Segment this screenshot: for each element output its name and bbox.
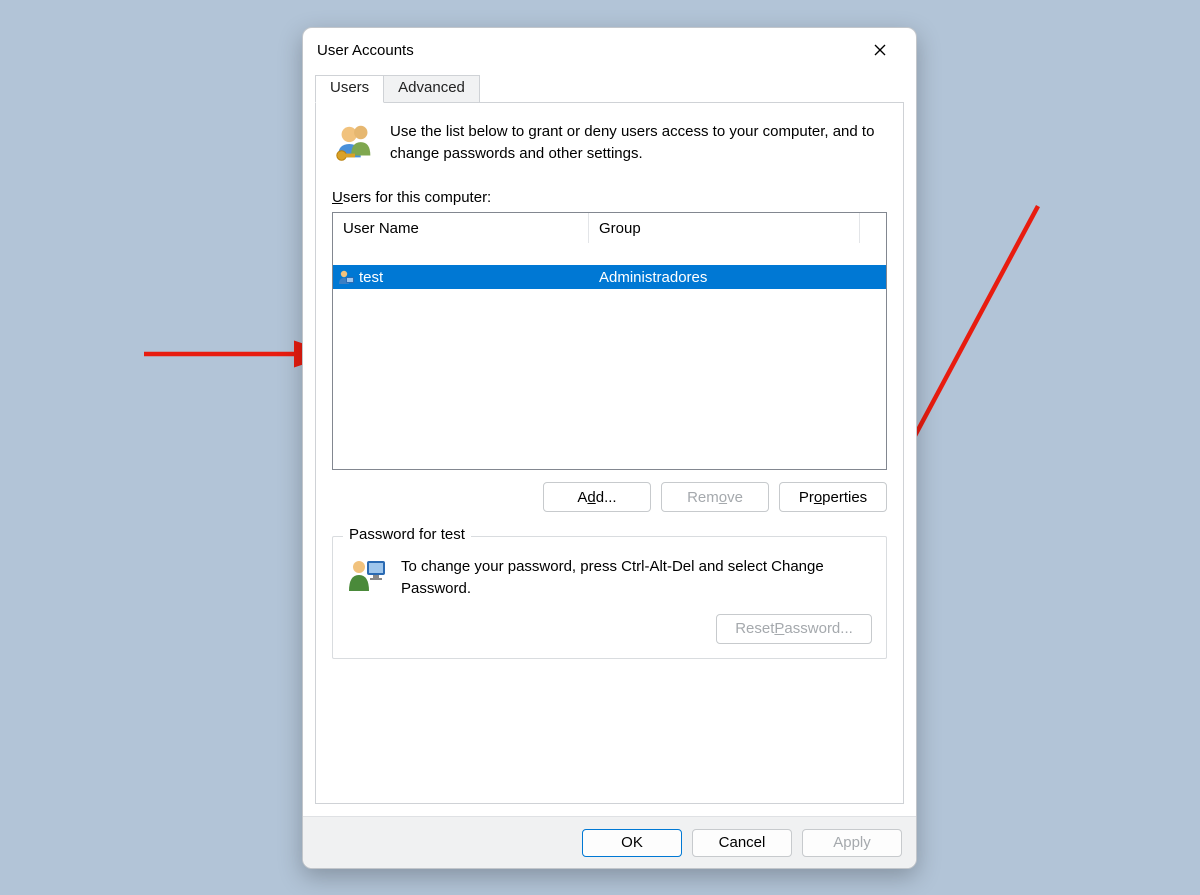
reset-password-button[interactable]: Reset Password... — [716, 614, 872, 644]
column-group[interactable]: Group — [589, 213, 860, 243]
password-text: To change your password, press Ctrl-Alt-… — [401, 553, 872, 600]
tab-users[interactable]: Users — [315, 75, 384, 103]
users-list: User Name Group test Administr — [332, 212, 887, 470]
user-accounts-dialog: User Accounts Users Advanced Use the lis… — [302, 27, 917, 869]
tabbar: Users Advanced — [315, 74, 916, 102]
users-button-row: Add... Remove Properties — [332, 482, 887, 512]
users-list-body[interactable]: test Administradores — [333, 243, 886, 470]
users-keys-icon — [332, 121, 378, 167]
users-list-label: Users for this computer: — [332, 189, 887, 206]
close-icon — [874, 44, 886, 56]
password-group-legend: Password for test — [343, 526, 471, 543]
cancel-button[interactable]: Cancel — [692, 829, 792, 857]
apply-button[interactable]: Apply — [802, 829, 902, 857]
add-button[interactable]: Add... — [543, 482, 651, 512]
users-list-header: User Name Group — [333, 213, 886, 243]
properties-button[interactable]: Properties — [779, 482, 887, 512]
user-row-test[interactable]: test Administradores — [333, 265, 886, 289]
close-button[interactable] — [858, 34, 902, 66]
dialog-button-row: OK Cancel Apply — [303, 816, 916, 868]
tab-advanced[interactable]: Advanced — [384, 75, 480, 103]
intro-block: Use the list below to grant or deny user… — [332, 121, 887, 167]
remove-button[interactable]: Remove — [661, 482, 769, 512]
user-name-value: test — [359, 269, 383, 286]
user-group-value: Administradores — [589, 269, 886, 286]
password-group: Password for test To change your passwor… — [332, 536, 887, 659]
titlebar: User Accounts — [303, 28, 916, 72]
user-monitor-icon — [347, 553, 389, 595]
tab-panel-users: Use the list below to grant or deny user… — [315, 102, 904, 804]
dialog-title: User Accounts — [317, 42, 414, 59]
column-end — [860, 213, 886, 243]
ok-button[interactable]: OK — [582, 829, 682, 857]
user-account-icon — [337, 268, 355, 286]
intro-text: Use the list below to grant or deny user… — [390, 121, 887, 165]
column-username[interactable]: User Name — [333, 213, 589, 243]
